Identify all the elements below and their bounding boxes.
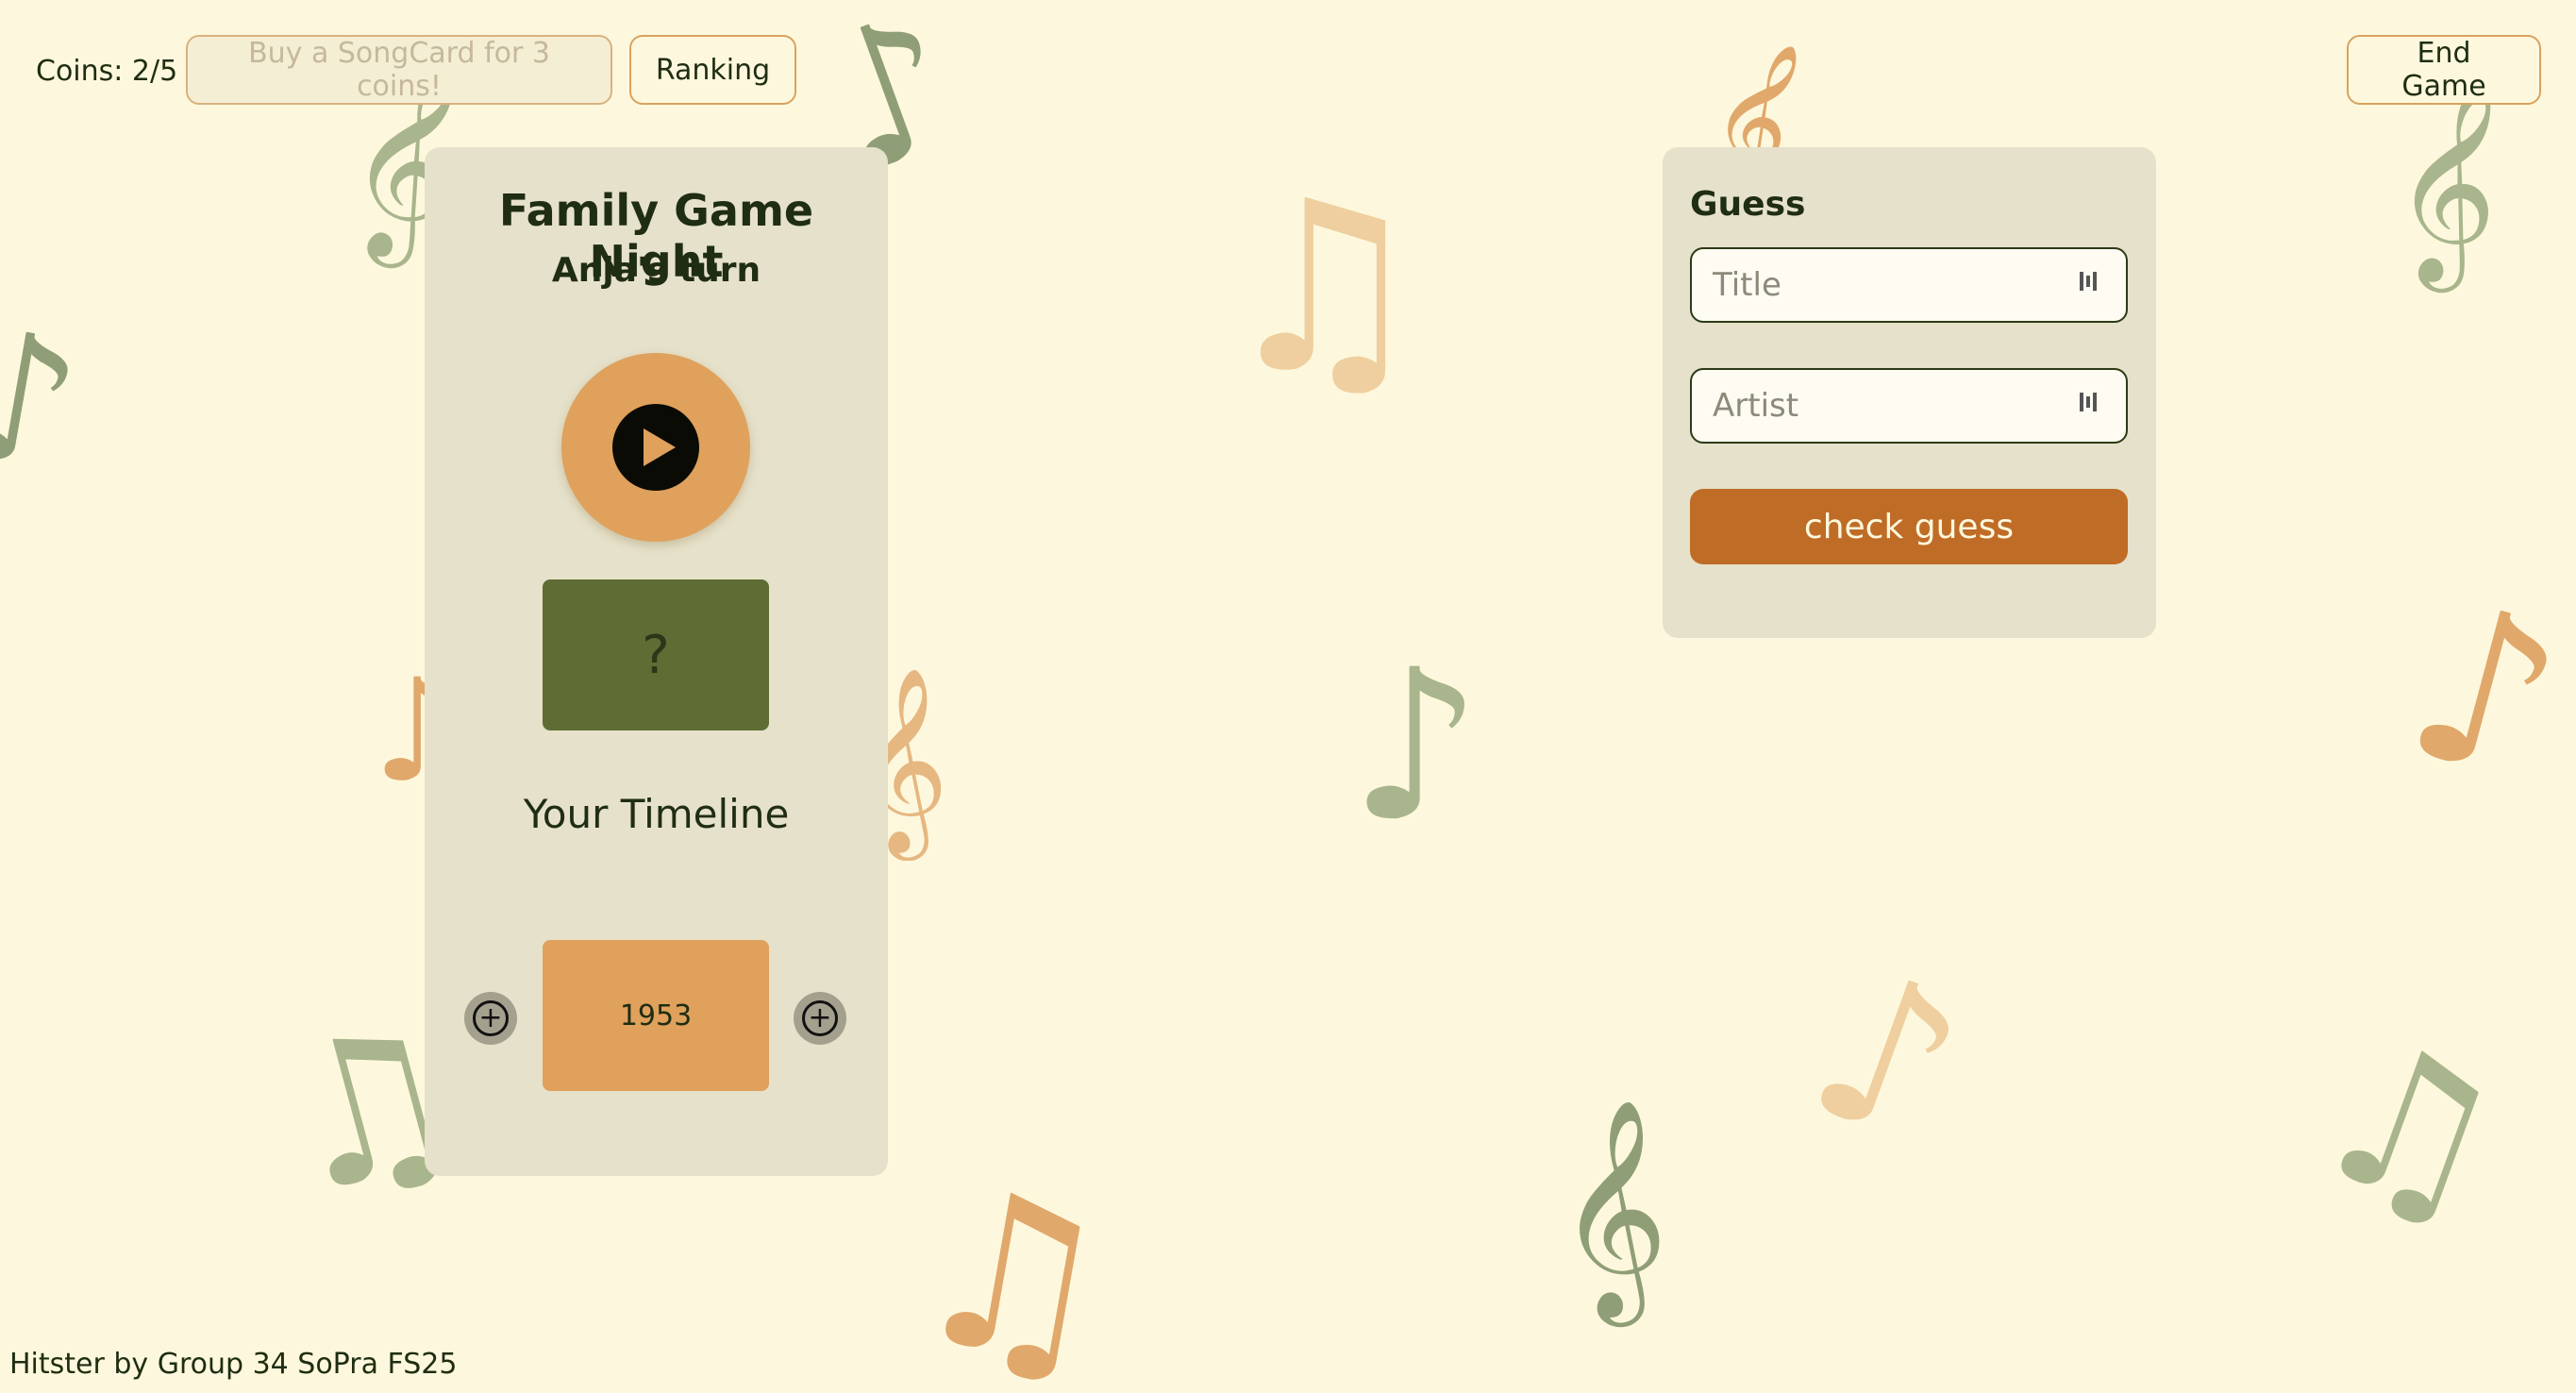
plus-circle-icon: + (473, 1000, 509, 1036)
music-note-icon: ♫ (1217, 150, 1430, 425)
timeline-heading: Your Timeline (523, 791, 790, 837)
plus-circle-icon: + (802, 1000, 838, 1036)
treble-clef-icon: 𝄞 (1557, 1098, 1669, 1317)
play-button[interactable] (561, 353, 750, 542)
guess-heading: Guess (1690, 185, 1806, 224)
footer-credit: Hitster by Group 34 SoPra FS25 (9, 1348, 458, 1381)
music-note-icon: ♪ (1349, 625, 1482, 866)
music-note-icon: ♪ (2385, 553, 2576, 833)
insert-after-button[interactable]: + (794, 992, 846, 1045)
treble-clef-icon: 𝄞 (2379, 66, 2520, 292)
end-game-button[interactable]: End Game (2347, 35, 2541, 105)
mystery-song-card[interactable]: ? (543, 579, 769, 730)
music-note-icon: ♫ (2286, 988, 2534, 1267)
artist-input[interactable] (1690, 368, 2128, 444)
game-panel: Family Game Night Anja's turn ? Your Tim… (425, 147, 888, 1176)
insert-before-button[interactable]: + (464, 992, 517, 1045)
music-note-icon: ♫ (895, 1137, 1130, 1393)
play-icon (612, 404, 699, 491)
ranking-button[interactable]: Ranking (629, 35, 796, 105)
title-input[interactable] (1690, 247, 2128, 323)
music-note-icon: ♪ (1783, 920, 1991, 1194)
timeline-card: 1953 (543, 940, 769, 1091)
coins-counter: Coins: 2/5 (36, 55, 178, 88)
guess-panel: Guess check guess (1663, 147, 2156, 638)
check-guess-button[interactable]: check guess (1690, 489, 2128, 564)
turn-indicator: Anja's turn (551, 251, 761, 290)
music-note-icon: ♪ (0, 288, 94, 513)
buy-songcard-button[interactable]: Buy a SongCard for 3 coins! (186, 35, 612, 105)
